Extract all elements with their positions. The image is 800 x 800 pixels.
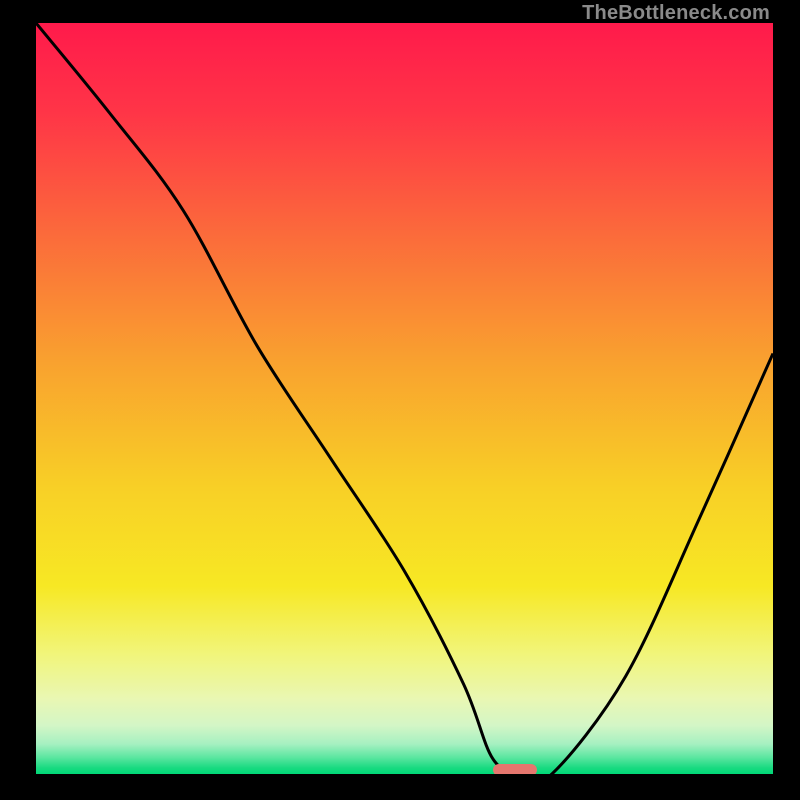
- watermark-text: TheBottleneck.com: [582, 2, 770, 25]
- chart-frame: TheBottleneck.com: [0, 0, 800, 800]
- bottleneck-curve: [36, 23, 773, 774]
- optimal-marker: [493, 764, 537, 774]
- plot-area: [36, 23, 773, 774]
